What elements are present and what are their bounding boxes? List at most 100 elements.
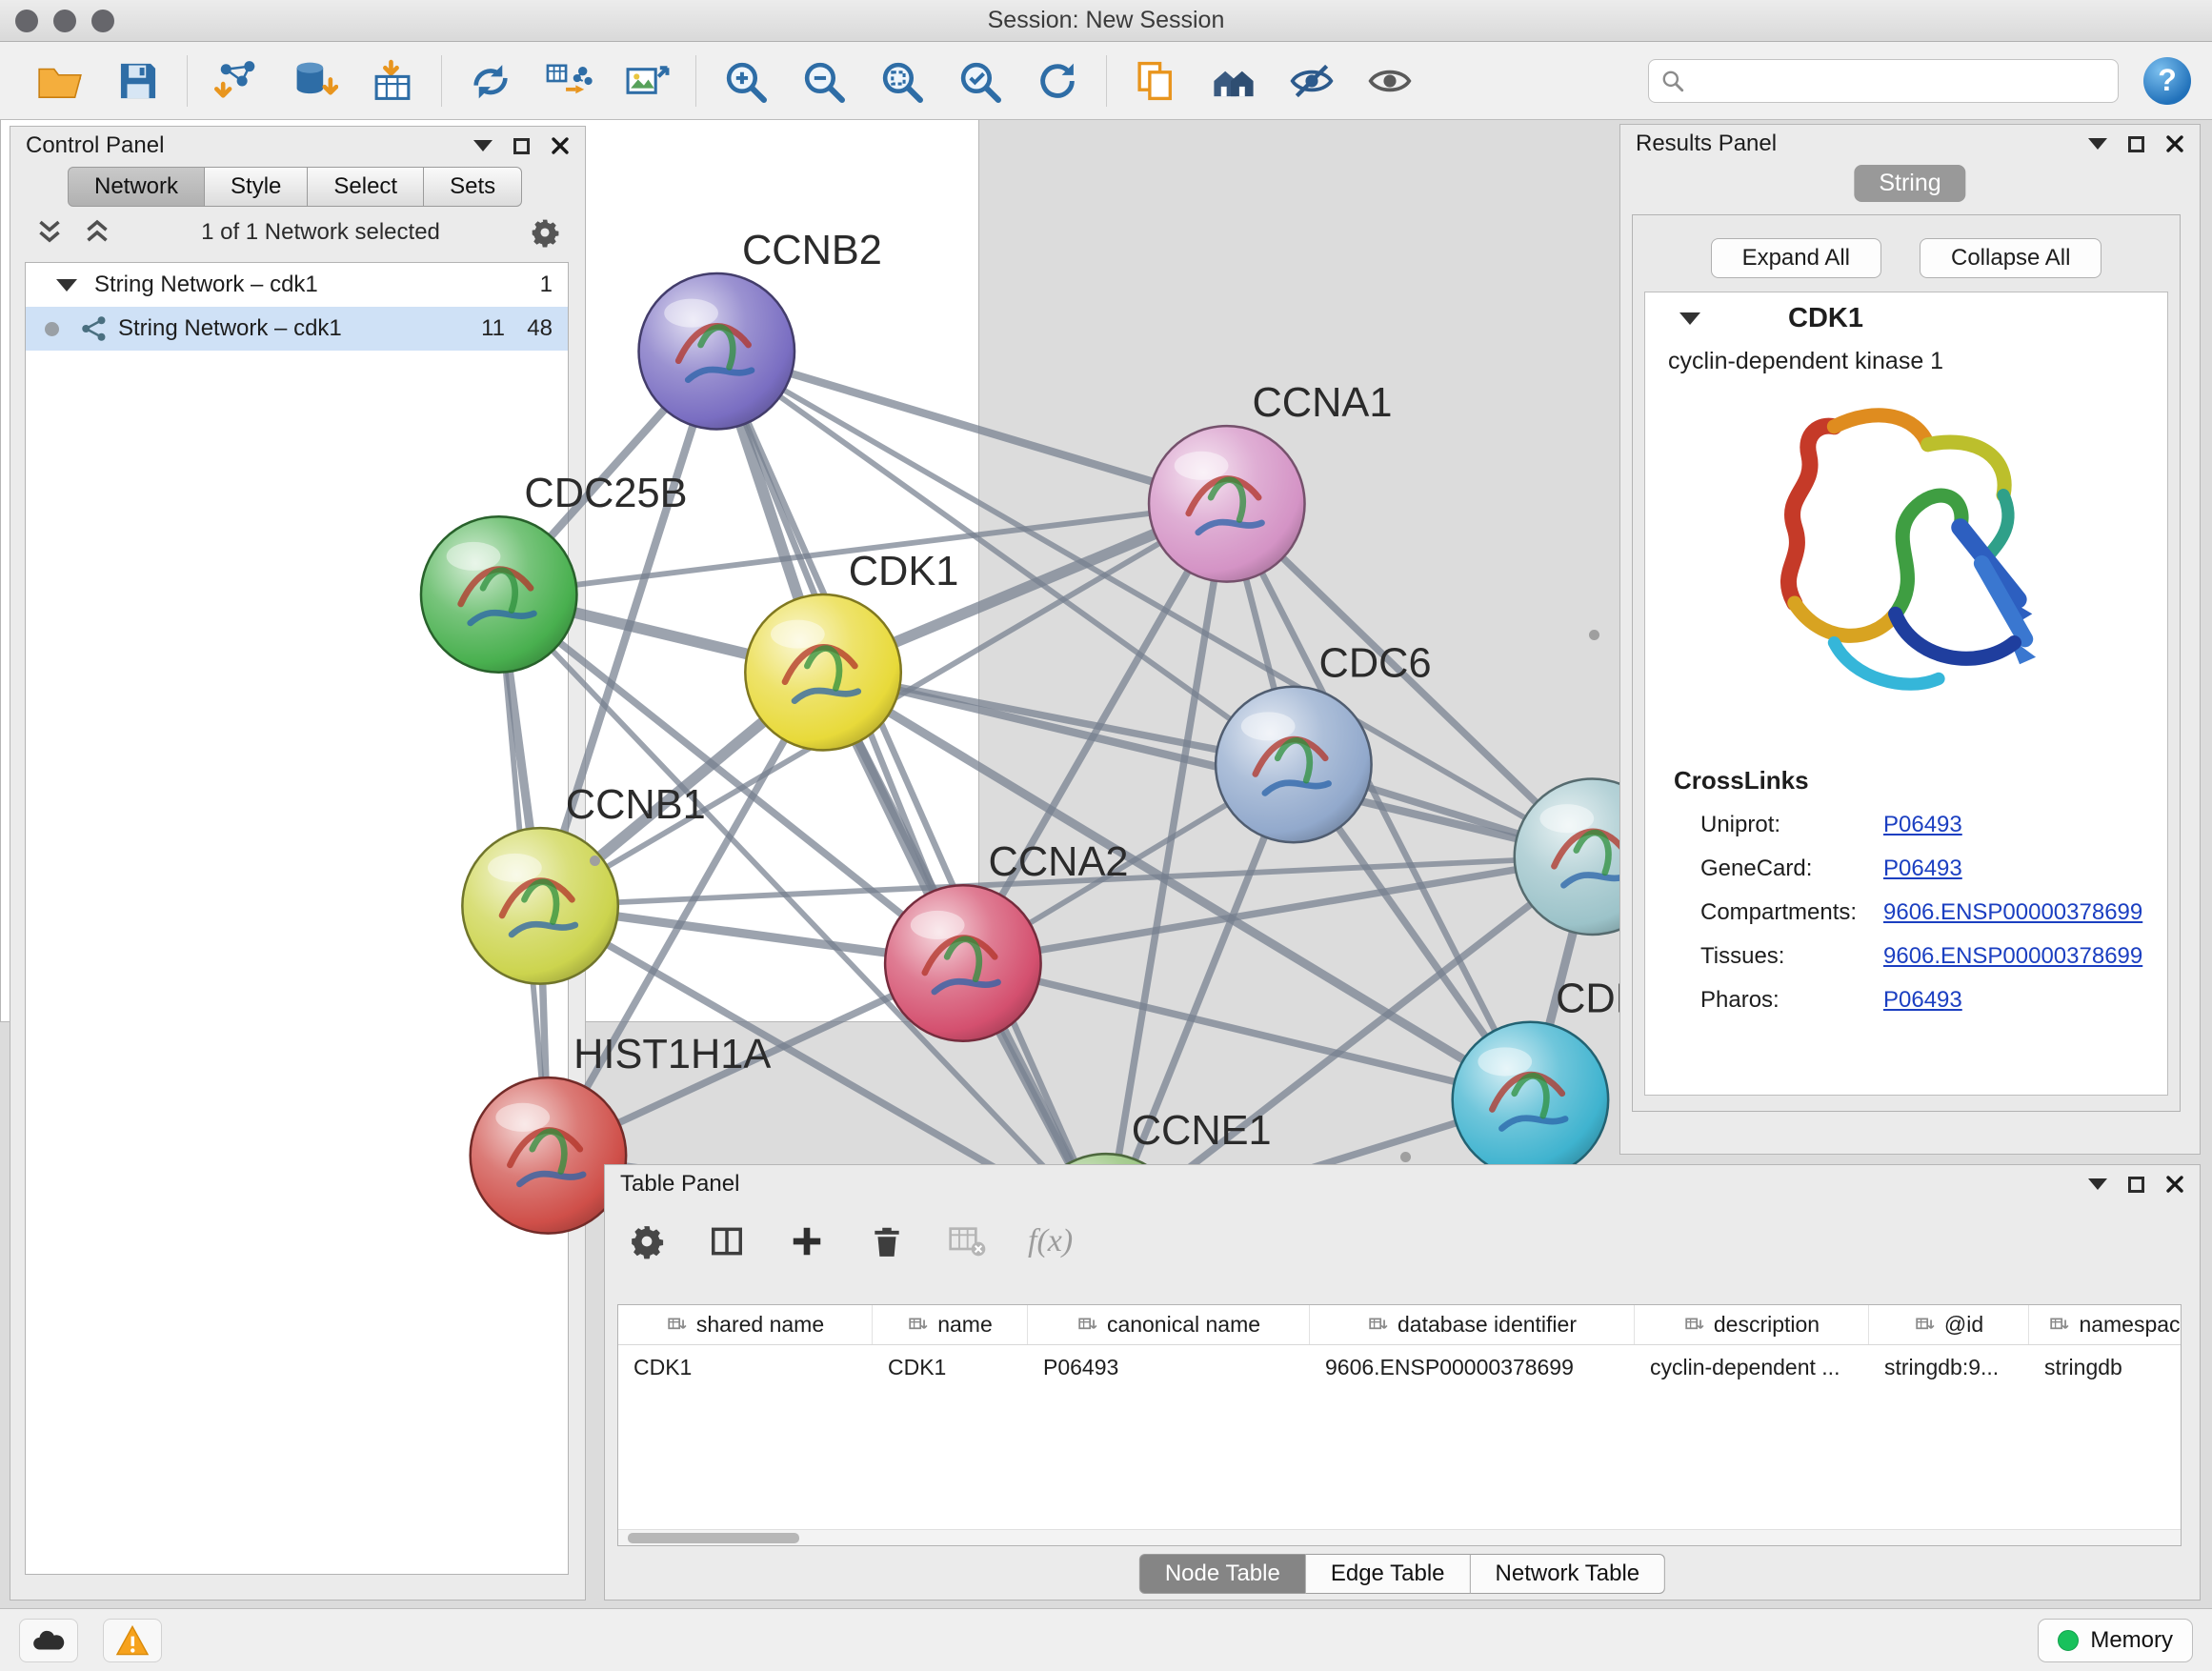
- table-panel-header: Table Panel: [605, 1165, 2200, 1203]
- table-cell-shared-name: CDK1: [618, 1355, 873, 1380]
- column-label: canonical name: [1107, 1312, 1260, 1338]
- columns-icon: [708, 1223, 746, 1259]
- crosslinks-heading: CrossLinks: [1645, 755, 2167, 803]
- add-column-button[interactable]: [788, 1223, 826, 1259]
- memory-status-dot-icon: [2058, 1630, 2079, 1651]
- column-type-icon: [2048, 1315, 2071, 1336]
- tab-node-table[interactable]: Node Table: [1139, 1554, 1306, 1594]
- network-node-label: CDK1: [849, 549, 959, 594]
- left-splitter-handle[interactable]: [590, 856, 600, 866]
- panel-menu-caret-icon[interactable]: [2088, 138, 2107, 150]
- column-type-icon: [1683, 1315, 1706, 1336]
- protein-name: CDK1: [1788, 303, 1863, 334]
- network-view-panel: CCNB2CCNA1CDC25BCDK1CDC6RB1CCNB1CCNA2CDK…: [0, 0, 979, 1022]
- memory-button[interactable]: Memory: [2038, 1619, 2193, 1662]
- show-columns-button[interactable]: [708, 1223, 746, 1259]
- table-cell-namespac: stringdb: [2029, 1355, 2182, 1380]
- network-node-label: HIST1H1A: [573, 1032, 771, 1077]
- string-results-box: Expand All Collapse All CDK1 cyclin-depe…: [1632, 214, 2181, 1112]
- column-header-canonical-name[interactable]: canonical name: [1028, 1305, 1310, 1344]
- column-header-name[interactable]: name: [873, 1305, 1028, 1344]
- collapse-all-button[interactable]: Collapse All: [1920, 238, 2101, 278]
- table-body: CDK1CDK1P064939606.ENSP00000378699cyclin…: [618, 1345, 2181, 1389]
- column-header-namespac[interactable]: namespac: [2029, 1305, 2182, 1344]
- network-node-CDK1[interactable]: CDK1: [745, 549, 958, 751]
- warnings-button[interactable]: [103, 1619, 162, 1662]
- crosslink-genecard-link[interactable]: P06493: [1883, 856, 1962, 882]
- column-label: description: [1714, 1312, 1820, 1338]
- table-cell-name: CDK1: [873, 1355, 1028, 1380]
- tab-edge-table[interactable]: Edge Table: [1306, 1554, 1471, 1594]
- column-label: namespac: [2079, 1312, 2180, 1338]
- column-header-shared-name[interactable]: shared name: [618, 1305, 873, 1344]
- tab-string[interactable]: String: [1854, 165, 1965, 202]
- crosslink-label: Tissues:: [1700, 943, 1883, 970]
- close-panel-icon[interactable]: [2165, 134, 2184, 153]
- function-builder-button[interactable]: f(x): [1028, 1223, 1073, 1259]
- table-cell-id: stringdb:9...: [1869, 1355, 2029, 1380]
- column-label: shared name: [696, 1312, 824, 1338]
- column-type-icon: [1914, 1315, 1937, 1336]
- network-node-label: CCNB1: [566, 782, 706, 828]
- cloud-icon: [30, 1625, 67, 1656]
- network-node-CCNA1[interactable]: CCNA1: [1149, 380, 1392, 582]
- protein-card: CDK1 cyclin-dependent kinase 1: [1644, 292, 2168, 1096]
- float-panel-icon[interactable]: [2128, 1177, 2144, 1193]
- table-options-button[interactable]: [628, 1223, 666, 1259]
- network-edge-CCNB2-CCNA1[interactable]: [716, 352, 1227, 504]
- scrollbar-thumb[interactable]: [628, 1533, 799, 1543]
- crosslink-pharos-link[interactable]: P06493: [1883, 987, 1962, 1014]
- bottom-splitter-handle[interactable]: [1400, 1152, 1411, 1162]
- collapse-section-caret-icon[interactable]: [1679, 312, 1700, 325]
- crosslink-row-uniprot: Uniprot:P06493: [1645, 803, 2167, 847]
- table-panel-title: Table Panel: [620, 1171, 739, 1198]
- table-cell-database-identifier: 9606.ENSP00000378699: [1310, 1355, 1635, 1380]
- column-header-database-identifier[interactable]: database identifier: [1310, 1305, 1635, 1344]
- table-row[interactable]: CDK1CDK1P064939606.ENSP00000378699cyclin…: [618, 1345, 2181, 1389]
- close-panel-icon[interactable]: [2165, 1175, 2184, 1194]
- network-node-CCNB2[interactable]: CCNB2: [639, 228, 882, 430]
- crosslink-row-compartments: Compartments:9606.ENSP00000378699: [1645, 891, 2167, 935]
- network-edge-CCNB2-CCNE1[interactable]: [716, 352, 1106, 1232]
- trash-icon: [868, 1223, 906, 1259]
- network-node-label: CDC25B: [524, 471, 687, 516]
- column-label: database identifier: [1398, 1312, 1577, 1338]
- cloud-button[interactable]: [19, 1619, 78, 1662]
- network-node-label: CCNA1: [1252, 380, 1392, 426]
- tab-network-table[interactable]: Network Table: [1471, 1554, 1666, 1594]
- column-header-description[interactable]: description: [1635, 1305, 1869, 1344]
- network-node-label: CCNA2: [989, 839, 1129, 885]
- crosslink-tissues-link[interactable]: 9606.ENSP00000378699: [1883, 943, 2142, 970]
- column-header-id[interactable]: @id: [1869, 1305, 2029, 1344]
- crosslink-compartments-link[interactable]: 9606.ENSP00000378699: [1883, 899, 2142, 926]
- table-cell-canonical-name: P06493: [1028, 1355, 1310, 1380]
- crosslink-row-tissues: Tissues:9606.ENSP00000378699: [1645, 935, 2167, 978]
- results-panel-title: Results Panel: [1636, 131, 1777, 157]
- network-node-label: CCNE1: [1132, 1108, 1272, 1154]
- table-horizontal-scrollbar[interactable]: [618, 1529, 2181, 1545]
- panel-menu-caret-icon[interactable]: [2088, 1178, 2107, 1190]
- plus-icon: [788, 1223, 826, 1259]
- results-panel: Results Panel String Expand All Collapse…: [1619, 124, 2201, 1155]
- memory-label: Memory: [2090, 1627, 2173, 1654]
- protein-structure-image: [1716, 391, 2097, 751]
- crosslinks-list: Uniprot:P06493GeneCard:P06493Compartment…: [1645, 803, 2167, 1022]
- results-panel-header: Results Panel: [1620, 125, 2200, 163]
- crosslink-uniprot-link[interactable]: P06493: [1883, 812, 1962, 838]
- crosslink-row-pharos: Pharos:P06493: [1645, 978, 2167, 1022]
- delete-column-button[interactable]: [868, 1223, 906, 1259]
- crosslink-label: Uniprot:: [1700, 812, 1883, 838]
- network-node-CCNB1[interactable]: CCNB1: [462, 782, 705, 984]
- network-node-label: CCNB2: [742, 228, 882, 273]
- warning-icon: [114, 1625, 151, 1656]
- table-toolbar: f(x): [628, 1215, 1073, 1268]
- table-tabs: Node TableEdge TableNetwork Table: [1139, 1554, 1665, 1594]
- float-panel-icon[interactable]: [2128, 136, 2144, 152]
- crosslink-label: Compartments:: [1700, 899, 1883, 926]
- protein-card-header[interactable]: CDK1: [1645, 292, 2167, 344]
- expand-all-button[interactable]: Expand All: [1711, 238, 1881, 278]
- right-splitter-handle[interactable]: [1589, 630, 1599, 640]
- table-cell-description: cyclin-dependent ...: [1635, 1355, 1869, 1380]
- delete-table-button[interactable]: [948, 1223, 986, 1259]
- column-label: name: [937, 1312, 993, 1338]
